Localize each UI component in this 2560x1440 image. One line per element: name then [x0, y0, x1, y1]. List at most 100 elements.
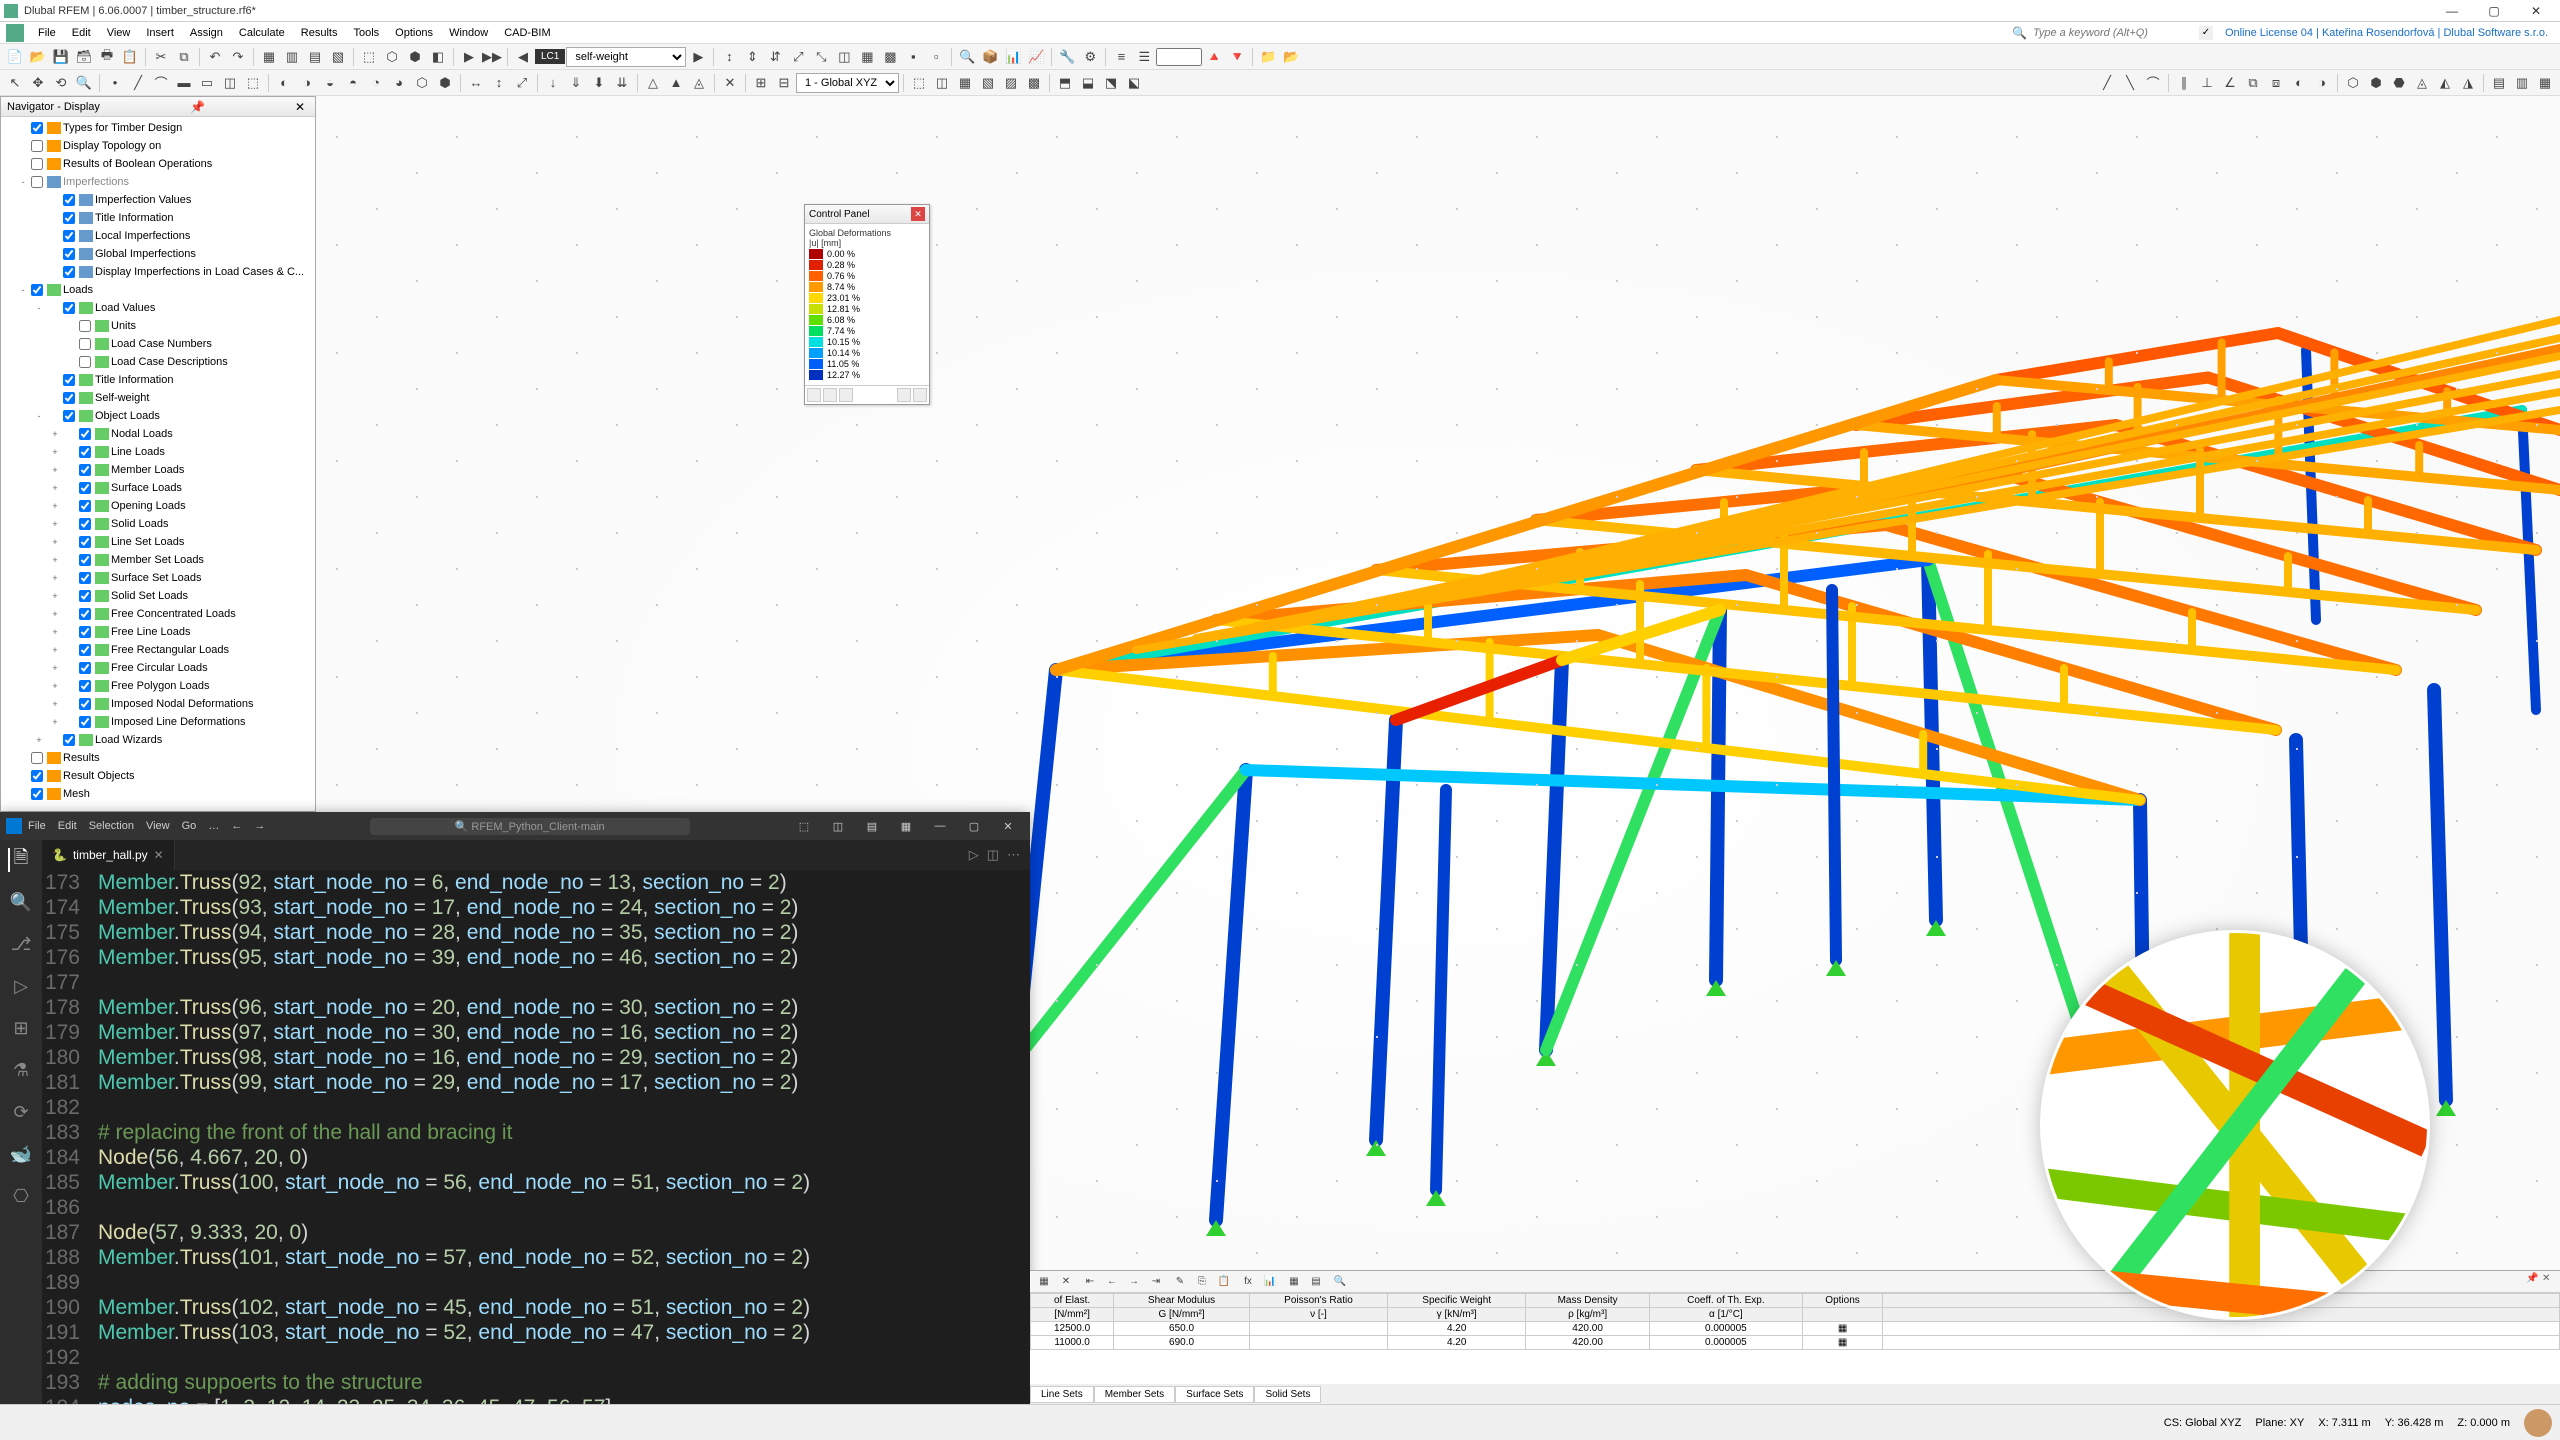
d6-icon[interactable]: ◕: [388, 72, 410, 94]
extensions-icon[interactable]: ⊞: [9, 1016, 33, 1040]
table-row[interactable]: 12500.0650.04.20420.000.000005▦: [1031, 1322, 2560, 1336]
r12-icon[interactable]: ⬢: [2365, 72, 2387, 94]
tree-checkbox[interactable]: [79, 338, 91, 350]
surface-icon[interactable]: ▭: [196, 72, 218, 94]
res17-icon[interactable]: ≡: [1110, 46, 1132, 68]
res18-icon[interactable]: ☰: [1133, 46, 1155, 68]
r19-icon[interactable]: ▦: [2534, 72, 2556, 94]
r3-icon[interactable]: ⌒: [2142, 72, 2164, 94]
vscode-menu-file[interactable]: File: [22, 820, 52, 832]
tbl-btn1[interactable]: ▦: [1034, 1273, 1054, 1291]
tbl-btn5[interactable]: →: [1124, 1273, 1144, 1291]
del-icon[interactable]: ✕: [719, 72, 741, 94]
tree-checkbox[interactable]: [79, 356, 91, 368]
tbl-btn10[interactable]: fx: [1238, 1273, 1258, 1291]
d2-icon[interactable]: ◑: [296, 72, 318, 94]
res9-icon[interactable]: ▪: [902, 46, 924, 68]
code-line[interactable]: Member.Truss(102, start_node_no = 45, en…: [98, 1295, 810, 1320]
tree-checkbox[interactable]: [79, 518, 91, 530]
s6-icon[interactable]: ▩: [1023, 72, 1045, 94]
res4-icon[interactable]: ⤢: [787, 46, 809, 68]
load1-icon[interactable]: ↓: [542, 72, 564, 94]
tbl-btn12[interactable]: ▦: [1284, 1273, 1304, 1291]
tree-item[interactable]: +Line Set Loads: [1, 533, 315, 551]
vscode-layout4-icon[interactable]: ▦: [890, 820, 922, 833]
tbl-btn14[interactable]: 🔍: [1330, 1273, 1350, 1291]
tree-checkbox[interactable]: [63, 410, 75, 422]
tbl-btn9[interactable]: 📋: [1214, 1273, 1234, 1291]
tree-item[interactable]: Imperfection Values: [1, 191, 315, 209]
res12-icon[interactable]: 📦: [979, 46, 1001, 68]
tree-checkbox[interactable]: [31, 770, 43, 782]
d3-icon[interactable]: ◒: [319, 72, 341, 94]
tree-checkbox[interactable]: [63, 266, 75, 278]
minimize-button[interactable]: —: [2432, 2, 2472, 20]
tree-checkbox[interactable]: [63, 734, 75, 746]
tree-checkbox[interactable]: [79, 590, 91, 602]
cp-btn4[interactable]: [897, 388, 911, 402]
tree-item[interactable]: +Surface Loads: [1, 479, 315, 497]
tree-item[interactable]: Units: [1, 317, 315, 335]
res5-icon[interactable]: ⤡: [810, 46, 832, 68]
wire-icon[interactable]: ⬡: [381, 46, 403, 68]
vscode-max-icon[interactable]: ▢: [958, 820, 990, 833]
more-icon[interactable]: ⋯: [1007, 847, 1020, 863]
user-avatar[interactable]: [2524, 1409, 2552, 1437]
vscode-min-icon[interactable]: —: [924, 820, 956, 833]
tree-checkbox[interactable]: [79, 572, 91, 584]
d8-icon[interactable]: ⬢: [434, 72, 456, 94]
vscode-window[interactable]: FileEditSelectionViewGo… ← → 🔍 RFEM_Pyth…: [0, 812, 1030, 1440]
r16-icon[interactable]: ◮: [2457, 72, 2479, 94]
navigator-close-icon[interactable]: ✕: [295, 100, 305, 114]
code-line[interactable]: # adding suppoerts to the structure: [98, 1370, 423, 1395]
d4-icon[interactable]: ◓: [342, 72, 364, 94]
table-tab[interactable]: Line Sets: [1030, 1386, 1094, 1403]
tree-item[interactable]: Types for Timber Design: [1, 119, 315, 137]
s7-icon[interactable]: ⬒: [1054, 72, 1076, 94]
maximize-button[interactable]: ▢: [2474, 2, 2514, 20]
s4-icon[interactable]: ▧: [977, 72, 999, 94]
code-line[interactable]: Node(56, 4.667, 20, 0): [98, 1145, 308, 1170]
tree-item[interactable]: Title Information: [1, 209, 315, 227]
tbl-btn3[interactable]: ⇤: [1080, 1273, 1100, 1291]
code-line[interactable]: Member.Truss(100, start_node_no = 56, en…: [98, 1170, 810, 1195]
code-line[interactable]: Node(57, 9.333, 20, 0): [98, 1220, 308, 1245]
res3-icon[interactable]: ⇵: [764, 46, 786, 68]
tree-checkbox[interactable]: [31, 788, 43, 800]
tree-item[interactable]: -Loads: [1, 281, 315, 299]
tree-checkbox[interactable]: [79, 536, 91, 548]
s3-icon[interactable]: ▦: [954, 72, 976, 94]
tree-item[interactable]: Display Imperfections in Load Cases & C.…: [1, 263, 315, 281]
tree-checkbox[interactable]: [63, 212, 75, 224]
select-icon[interactable]: ↖: [4, 72, 26, 94]
tree-checkbox[interactable]: [79, 662, 91, 674]
menu-edit[interactable]: Edit: [64, 27, 99, 39]
res15-icon[interactable]: 🔧: [1056, 46, 1078, 68]
tree-checkbox[interactable]: [79, 716, 91, 728]
r10-icon[interactable]: ◑: [2311, 72, 2333, 94]
vscode-layout3-icon[interactable]: ▤: [856, 820, 888, 833]
vscode-search[interactable]: 🔍 RFEM_Python_Client-main: [370, 818, 690, 835]
tree-item[interactable]: Title Information: [1, 371, 315, 389]
tab-timber-hall[interactable]: 🐍 timber_hall.py ✕: [42, 840, 175, 870]
control-panel-title[interactable]: Control Panel ✕: [805, 205, 929, 224]
tree-checkbox[interactable]: [79, 482, 91, 494]
member-icon[interactable]: ▬: [173, 72, 195, 94]
code-line[interactable]: Member.Truss(98, start_node_no = 16, end…: [98, 1045, 798, 1070]
r18-icon[interactable]: ▥: [2511, 72, 2533, 94]
menu-tools[interactable]: Tools: [345, 27, 387, 39]
save-icon[interactable]: 💾: [50, 46, 72, 68]
cp-btn1[interactable]: [807, 388, 821, 402]
table-tab[interactable]: Member Sets: [1094, 1386, 1175, 1403]
res13-icon[interactable]: 📊: [1002, 46, 1024, 68]
menu-assign[interactable]: Assign: [182, 27, 231, 39]
tree-checkbox[interactable]: [63, 302, 75, 314]
tree-checkbox[interactable]: [31, 140, 43, 152]
tree-item[interactable]: +Free Line Loads: [1, 623, 315, 641]
printpreview-icon[interactable]: 📋: [119, 46, 141, 68]
tree-item[interactable]: Self-weight: [1, 389, 315, 407]
tree-checkbox[interactable]: [31, 752, 43, 764]
table-close-icon[interactable]: ✕: [2542, 1273, 2556, 1287]
vscode-close-icon[interactable]: ✕: [992, 820, 1024, 833]
res1-icon[interactable]: ↕: [718, 46, 740, 68]
